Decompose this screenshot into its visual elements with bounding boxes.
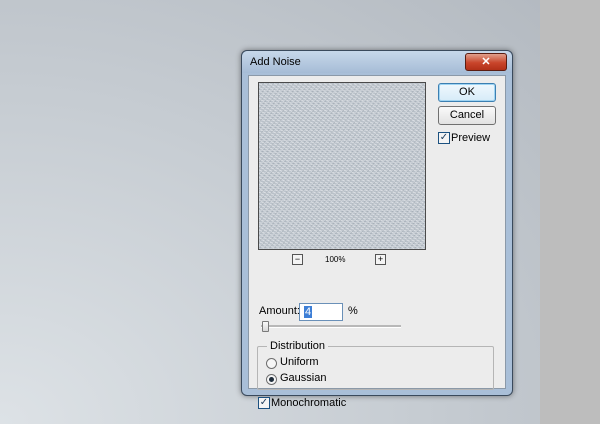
amount-value: 4 bbox=[304, 306, 313, 318]
amount-unit: % bbox=[348, 305, 358, 317]
amount-input[interactable]: 4 bbox=[299, 303, 343, 321]
workspace-edge bbox=[540, 0, 600, 424]
cancel-button[interactable]: Cancel bbox=[438, 106, 496, 125]
amount-slider-track[interactable] bbox=[261, 325, 401, 328]
amount-slider-thumb[interactable] bbox=[262, 321, 269, 332]
monochromatic-label: Monochromatic bbox=[271, 397, 347, 409]
zoom-out-button[interactable]: − bbox=[292, 254, 303, 265]
preview-checkbox[interactable]: ✓ bbox=[438, 132, 450, 144]
add-noise-dialog: Add Noise ✕ − 100% + OK Cancel ✓ Preview… bbox=[241, 50, 513, 409]
dialog-body: − 100% + OK Cancel ✓ Preview Amount: 4 %… bbox=[248, 75, 506, 409]
ok-button[interactable]: OK bbox=[438, 83, 496, 102]
gaussian-radio[interactable] bbox=[266, 374, 277, 385]
uniform-radio[interactable] bbox=[266, 358, 277, 369]
preview-label: Preview bbox=[451, 132, 491, 144]
distribution-title: Distribution bbox=[267, 340, 329, 352]
zoom-in-button[interactable]: + bbox=[375, 254, 386, 265]
close-button[interactable]: ✕ bbox=[465, 53, 507, 71]
amount-label: Amount: bbox=[259, 305, 300, 317]
plus-icon: + bbox=[377, 254, 384, 264]
uniform-label: Uniform bbox=[280, 356, 319, 368]
distribution-group: Distribution Uniform Gaussian bbox=[257, 340, 494, 390]
zoom-level: 100% bbox=[325, 255, 346, 264]
noise-preview[interactable] bbox=[258, 82, 426, 250]
gaussian-label: Gaussian bbox=[280, 372, 327, 384]
close-icon: ✕ bbox=[481, 56, 491, 68]
check-icon: ✓ bbox=[259, 397, 269, 408]
monochromatic-checkbox[interactable]: ✓ bbox=[258, 397, 270, 409]
dialog-titlebar[interactable]: Add Noise ✕ bbox=[242, 51, 512, 73]
minus-icon: − bbox=[294, 254, 301, 264]
check-icon: ✓ bbox=[439, 132, 449, 143]
dialog-title: Add Noise bbox=[250, 56, 301, 68]
